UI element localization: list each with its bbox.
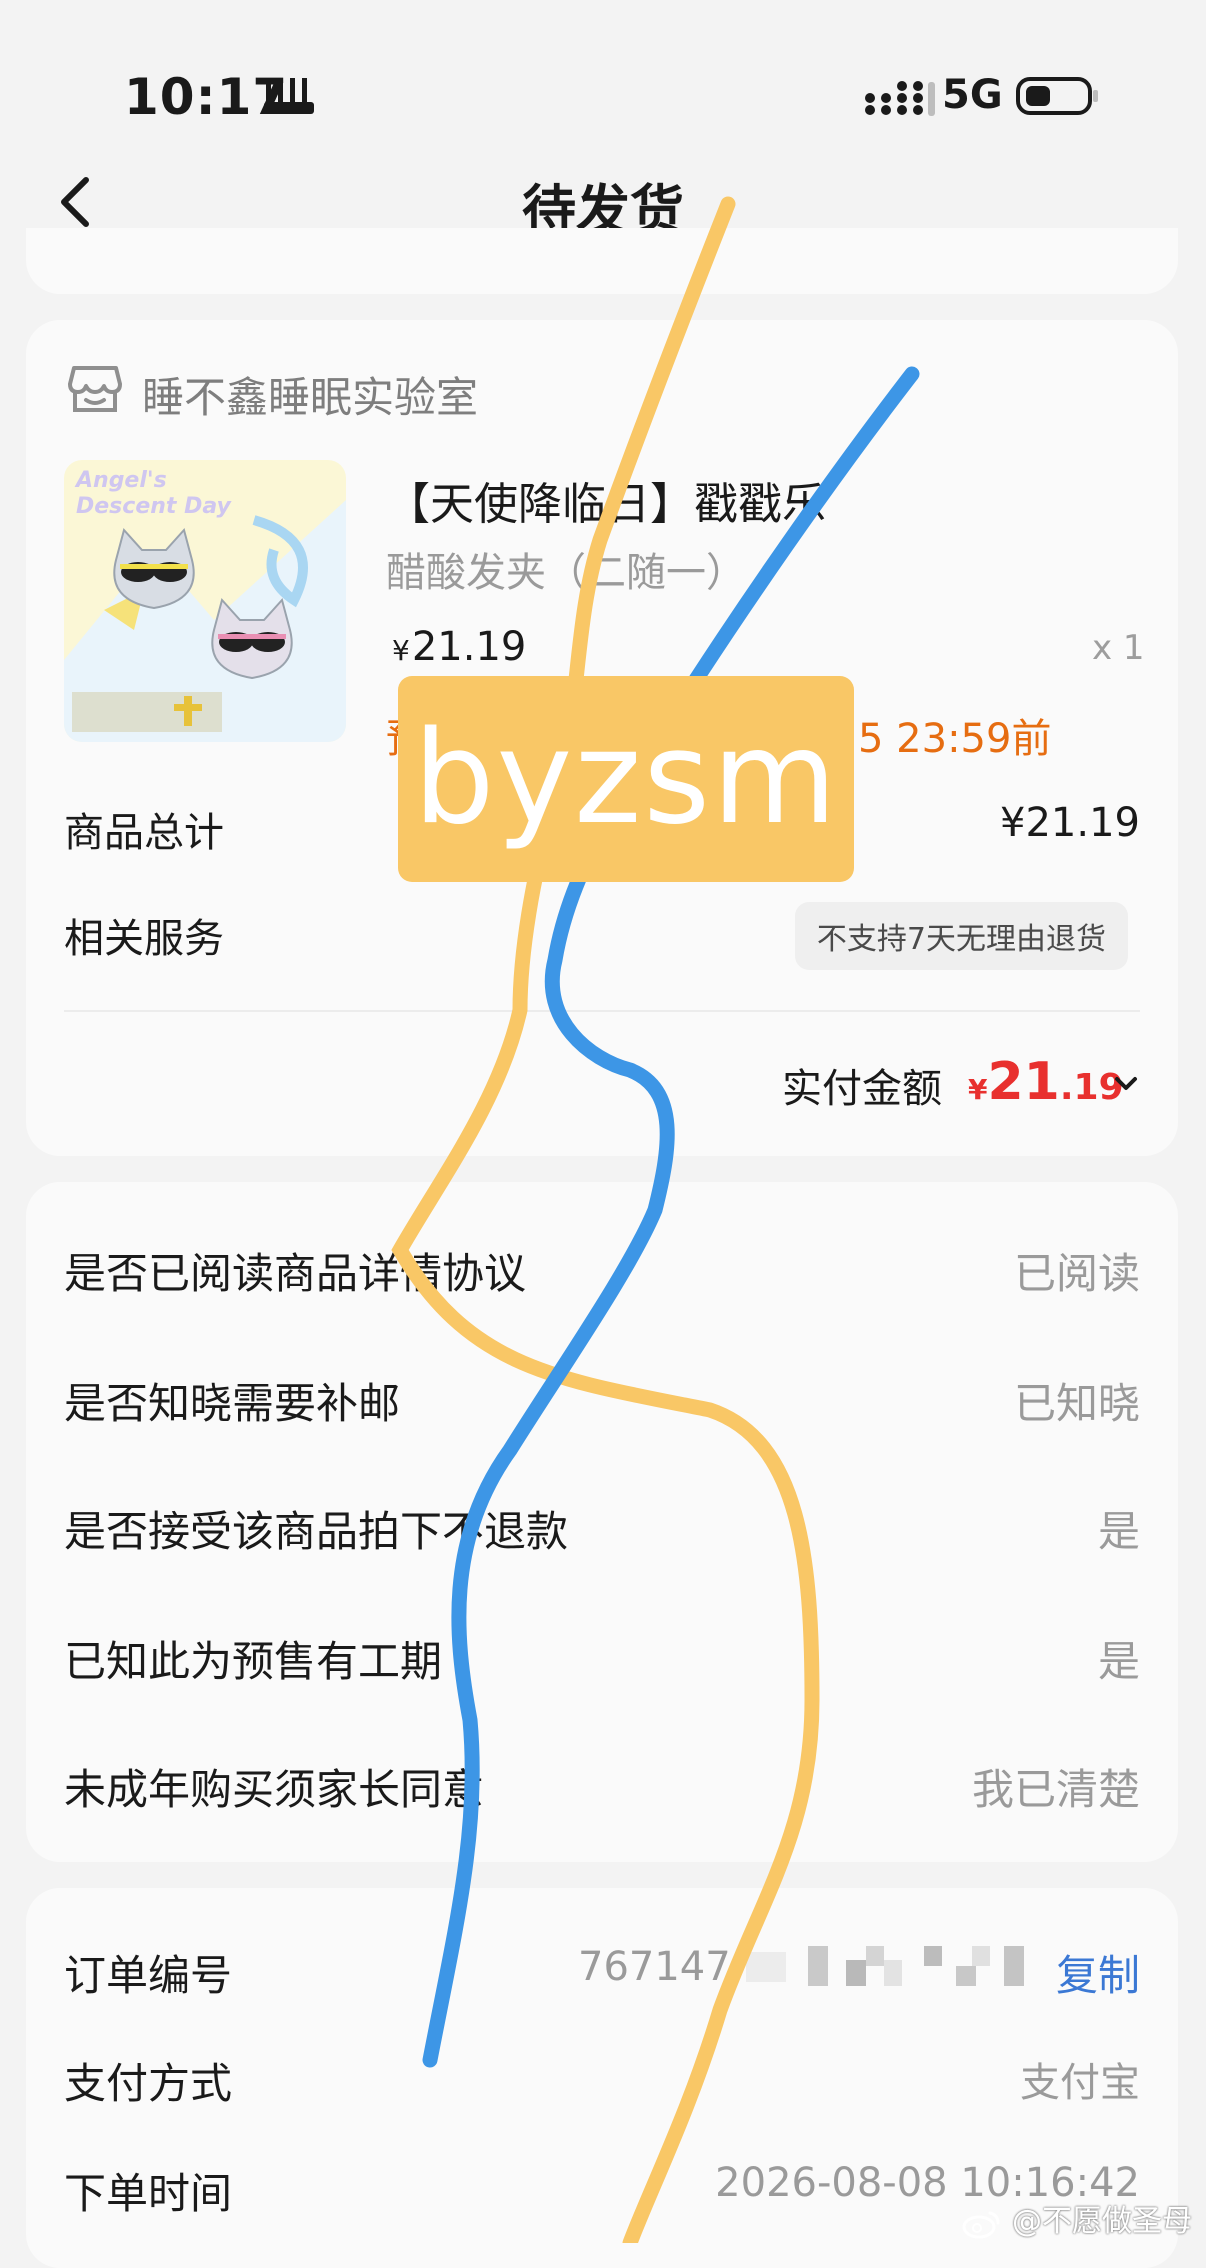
store-icon bbox=[68, 366, 122, 412]
notification-icon bbox=[264, 78, 314, 114]
order-time-label: 下单时间 bbox=[64, 2169, 233, 2218]
goods-total-label: 商品总计 bbox=[64, 810, 224, 856]
order-number-value: 767147 bbox=[578, 1944, 731, 1990]
weibo-icon bbox=[962, 2211, 1000, 2238]
thumbnail-caption: Angel's Descent Day bbox=[76, 468, 231, 519]
question-label: 是否知晓需要补邮 bbox=[64, 1379, 401, 1428]
watermark-text: byzsm bbox=[413, 704, 839, 853]
battery-icon bbox=[1016, 77, 1098, 115]
question-answer: 已阅读 bbox=[1013, 1249, 1140, 1298]
paid-amount-value[interactable]: ¥21.19 bbox=[968, 1052, 1124, 1112]
product-variant: 醋酸发夹（二随一） bbox=[386, 550, 746, 596]
product-quantity: x 1 bbox=[1092, 628, 1145, 668]
question-label: 是否接受该商品拍下不退款 bbox=[64, 1507, 569, 1556]
store-name[interactable]: 睡不鑫睡眠实验室 bbox=[142, 364, 478, 425]
goods-total-value: ¥21.19 bbox=[1000, 800, 1140, 846]
paid-integer: 21 bbox=[987, 1052, 1060, 1112]
question-label: 已知此为预售有工期 bbox=[64, 1637, 443, 1686]
weibo-watermark: @不愿做圣母 bbox=[962, 2196, 1192, 2240]
price-currency: ¥ bbox=[392, 634, 410, 667]
product-thumbnail[interactable]: Angel's Descent Day bbox=[64, 460, 346, 742]
payment-method-label: 支付方式 bbox=[64, 2059, 233, 2108]
product-title[interactable]: 【天使降临日】戳戳乐 bbox=[386, 468, 826, 532]
divider bbox=[64, 1010, 1140, 1012]
paid-amount-label: 实付金额 bbox=[782, 1066, 942, 1112]
question-label: 未成年购买须家长同意 bbox=[64, 1765, 485, 1814]
product-price: ¥21.19 bbox=[392, 624, 526, 670]
paid-currency: ¥ bbox=[968, 1073, 988, 1106]
redaction-mosaic bbox=[746, 1946, 1024, 1986]
service-label: 相关服务 bbox=[64, 916, 224, 962]
previous-card bbox=[26, 228, 1178, 294]
signal-icon bbox=[865, 81, 935, 116]
question-answer: 已知晓 bbox=[1013, 1379, 1140, 1428]
question-label: 是否已阅读商品详情协议 bbox=[64, 1249, 527, 1298]
order-number-label: 订单编号 bbox=[64, 1951, 233, 2000]
question-answer: 我已清楚 bbox=[971, 1765, 1140, 1814]
question-answer: 是 bbox=[1097, 1507, 1140, 1556]
payment-method-value: 支付宝 bbox=[1020, 2060, 1140, 2106]
price-amount: 21.19 bbox=[411, 624, 527, 670]
service-tag: 不支持7天无理由退货 bbox=[794, 902, 1128, 970]
copy-order-number-button[interactable]: 复制 bbox=[1056, 1942, 1140, 2003]
network-type: 5G bbox=[942, 72, 1003, 118]
shipping-deadline-end: 5 23:59前 bbox=[858, 716, 1052, 762]
question-answer: 是 bbox=[1097, 1637, 1140, 1686]
weibo-handle: @不愿做圣母 bbox=[1012, 2204, 1192, 2239]
chevron-down-icon[interactable] bbox=[1114, 1074, 1138, 1094]
